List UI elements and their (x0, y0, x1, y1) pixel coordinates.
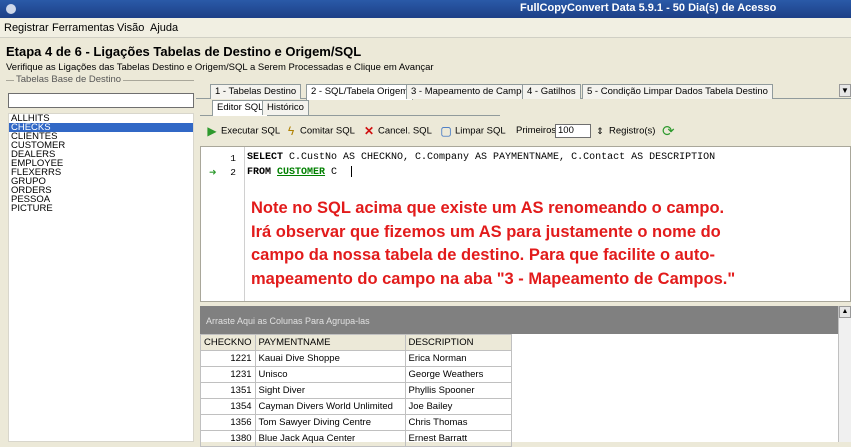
grid-column-header[interactable]: PAYMENTNAME (254, 334, 406, 351)
grid-cell: Sight Diver (254, 382, 406, 399)
grid-cell: 1356 (200, 414, 256, 431)
grid-cell: Erica Norman (404, 350, 512, 367)
grid-cell: Joe Bailey (404, 398, 512, 415)
menu-registrar[interactable]: Registrar (4, 22, 49, 34)
spinner-arrows-icon: ⇕ (596, 126, 604, 136)
execute-sql-button[interactable]: ▶ Executar SQL (206, 125, 280, 137)
left-panel-group: Tabelas Base de Destino (6, 74, 194, 85)
grid-cell: Phyllis Spooner (404, 382, 512, 399)
tab-editor-sql[interactable]: Editor SQL (212, 100, 269, 116)
grid-cell: Kauai Dive Shoppe (254, 350, 406, 367)
table-row[interactable]: 1354 Cayman Divers World Unlimited Joe Bai… (200, 398, 512, 415)
clear-sql-button[interactable]: ▢ Limpar SQL (440, 124, 505, 138)
menu-ferramentas[interactable]: Ferramentas (52, 22, 114, 34)
clear-document-icon: ▢ (440, 124, 452, 138)
grid-cell: 1231 (200, 366, 256, 383)
grid-cell: Tom Sawyer Diving Centre (254, 414, 406, 431)
grid-cell: 1221 (200, 350, 256, 367)
cancel-x-icon: ✕ (363, 124, 375, 138)
note-line: mapeamento do campo na aba "3 - Mapeamen… (251, 269, 736, 288)
group-by-panel[interactable]: Arraste Aqui as Colunas Para Agrupa-las (200, 306, 838, 334)
group-hint: Arraste Aqui as Colunas Para Agrupa-las (206, 316, 370, 326)
step-subtitle: Verifique as Ligações das Tabelas Destin… (6, 62, 434, 73)
grid-column-header[interactable]: DESCRIPTION (404, 334, 512, 351)
menu-bar: Registrar Ferramentas Visão Ajuda (0, 18, 851, 38)
window-title: FullCopyConvert Data 5.9.1 - 50 Dia(s) d… (520, 2, 777, 14)
current-line-arrow-icon: ➜ (209, 167, 217, 177)
code-line-1: SELECT C.CustNo AS CHECKNO, C.Company AS… (247, 152, 716, 163)
grid-cell: Ernest Barratt (404, 430, 512, 447)
grid-cell: Unisco (254, 366, 406, 383)
results-table: CHECKNO PAYMENTNAME DESCRIPTION 1221 Kauai … (200, 334, 512, 447)
grid-cell: Cayman Divers World Unlimited (254, 398, 406, 415)
sql-toolbar: ▶ Executar SQL ϟ Comitar SQL ✕ Cancel. SQL … (200, 120, 851, 142)
grid-cell: George Weathers (404, 366, 512, 383)
menu-visao[interactable]: Visão (117, 22, 144, 34)
grid-column-header[interactable]: CHECKNO (200, 334, 256, 351)
main-tabs: 1 - Tabelas Destino 2 - SQL/Tabela Orige… (196, 84, 851, 100)
first-label: Primeiros: (516, 125, 559, 136)
commit-sql-button[interactable]: ϟ Comitar SQL (285, 125, 355, 137)
grid-cell: Chris Thomas (404, 414, 512, 431)
records-spinner[interactable]: ⇕ Registro(s) (594, 125, 655, 137)
play-icon: ▶ (207, 124, 217, 138)
grid-cell: 1380 (200, 430, 256, 447)
tab-gatilhos[interactable]: 4 - Gatilhos (522, 84, 581, 99)
editor-subtabs: Editor SQL Histórico (200, 100, 500, 116)
tab-sql-tabela-origem[interactable]: 2 - SQL/Tabela Origem (306, 84, 414, 100)
lightning-icon: ϟ (287, 124, 295, 138)
table-row[interactable]: 1351 Sight Diver Phyllis Spooner (200, 382, 512, 399)
left-panel-title: Tabelas Base de Destino (14, 74, 124, 85)
table-row[interactable]: 1221 Kauai Dive Shoppe Erica Norman (200, 350, 512, 367)
app-icon (6, 4, 16, 14)
menu-ajuda[interactable]: Ajuda (150, 22, 178, 34)
grid-cell: Blue Jack Aqua Center (254, 430, 406, 447)
grid-cell: 1354 (200, 398, 256, 415)
tab-condicao-limpar[interactable]: 5 - Condição Limpar Dados Tabela Destino (582, 84, 773, 99)
destination-table-list[interactable]: ALLHITS CHECKS CLIENTES CUSTOMER DEALERS EMPL… (8, 113, 194, 442)
table-row[interactable]: 1356 Tom Sawyer Diving Centre Chris Thomas (200, 414, 512, 431)
line-number: 2 (230, 167, 236, 178)
results-grid: CHECKNO PAYMENTNAME DESCRIPTION 1221 Kauai … (200, 334, 838, 447)
grid-scrollbar[interactable]: ▲ (838, 306, 851, 442)
table-search-input[interactable] (8, 93, 194, 108)
tab-scroll-down-icon[interactable]: ▼ (839, 84, 851, 97)
line-number: 1 (230, 153, 236, 164)
tab-tabelas-destino[interactable]: 1 - Tabelas Destino (210, 84, 302, 99)
note-line: Note no SQL acima que existe um AS renom… (251, 199, 725, 217)
code-line-2: FROM CUSTOMER C (247, 166, 353, 178)
grid-cell: 1351 (200, 382, 256, 399)
annotation-note: Note no SQL acima que existe um AS renom… (251, 197, 847, 291)
refresh-icon[interactable]: ⟳ (662, 122, 675, 140)
table-row[interactable]: 1231 Unisco George Weathers (200, 366, 512, 383)
table-row[interactable]: 1380 Blue Jack Aqua Center Ernest Barratt (200, 430, 512, 447)
scroll-up-icon[interactable]: ▲ (839, 306, 851, 318)
tab-historico[interactable]: Histórico (262, 100, 309, 115)
table-list-item[interactable]: PICTURE (9, 204, 193, 214)
sql-editor[interactable]: 1 ➜ 2 SELECT C.CustNo AS CHECKNO, C.Comp… (200, 146, 851, 302)
grid-header-row: CHECKNO PAYMENTNAME DESCRIPTION (200, 334, 512, 351)
text-cursor (351, 166, 353, 177)
cancel-sql-button[interactable]: ✕ Cancel. SQL (363, 125, 432, 137)
editor-gutter: 1 ➜ 2 (201, 147, 245, 301)
tab-mapeamento-campos[interactable]: 3 - Mapeamento de Campos (406, 84, 537, 99)
note-line: Irá observar que fizemos um AS para just… (251, 222, 721, 241)
step-title: Etapa 4 de 6 - Ligações Tabelas de Desti… (6, 44, 362, 59)
first-records-input[interactable]: 100 (555, 124, 591, 138)
title-bar: FullCopyConvert Data 5.9.1 - 50 Dia(s) d… (0, 0, 851, 18)
note-line: campo da nossa tabela de destino. Para q… (251, 246, 715, 264)
